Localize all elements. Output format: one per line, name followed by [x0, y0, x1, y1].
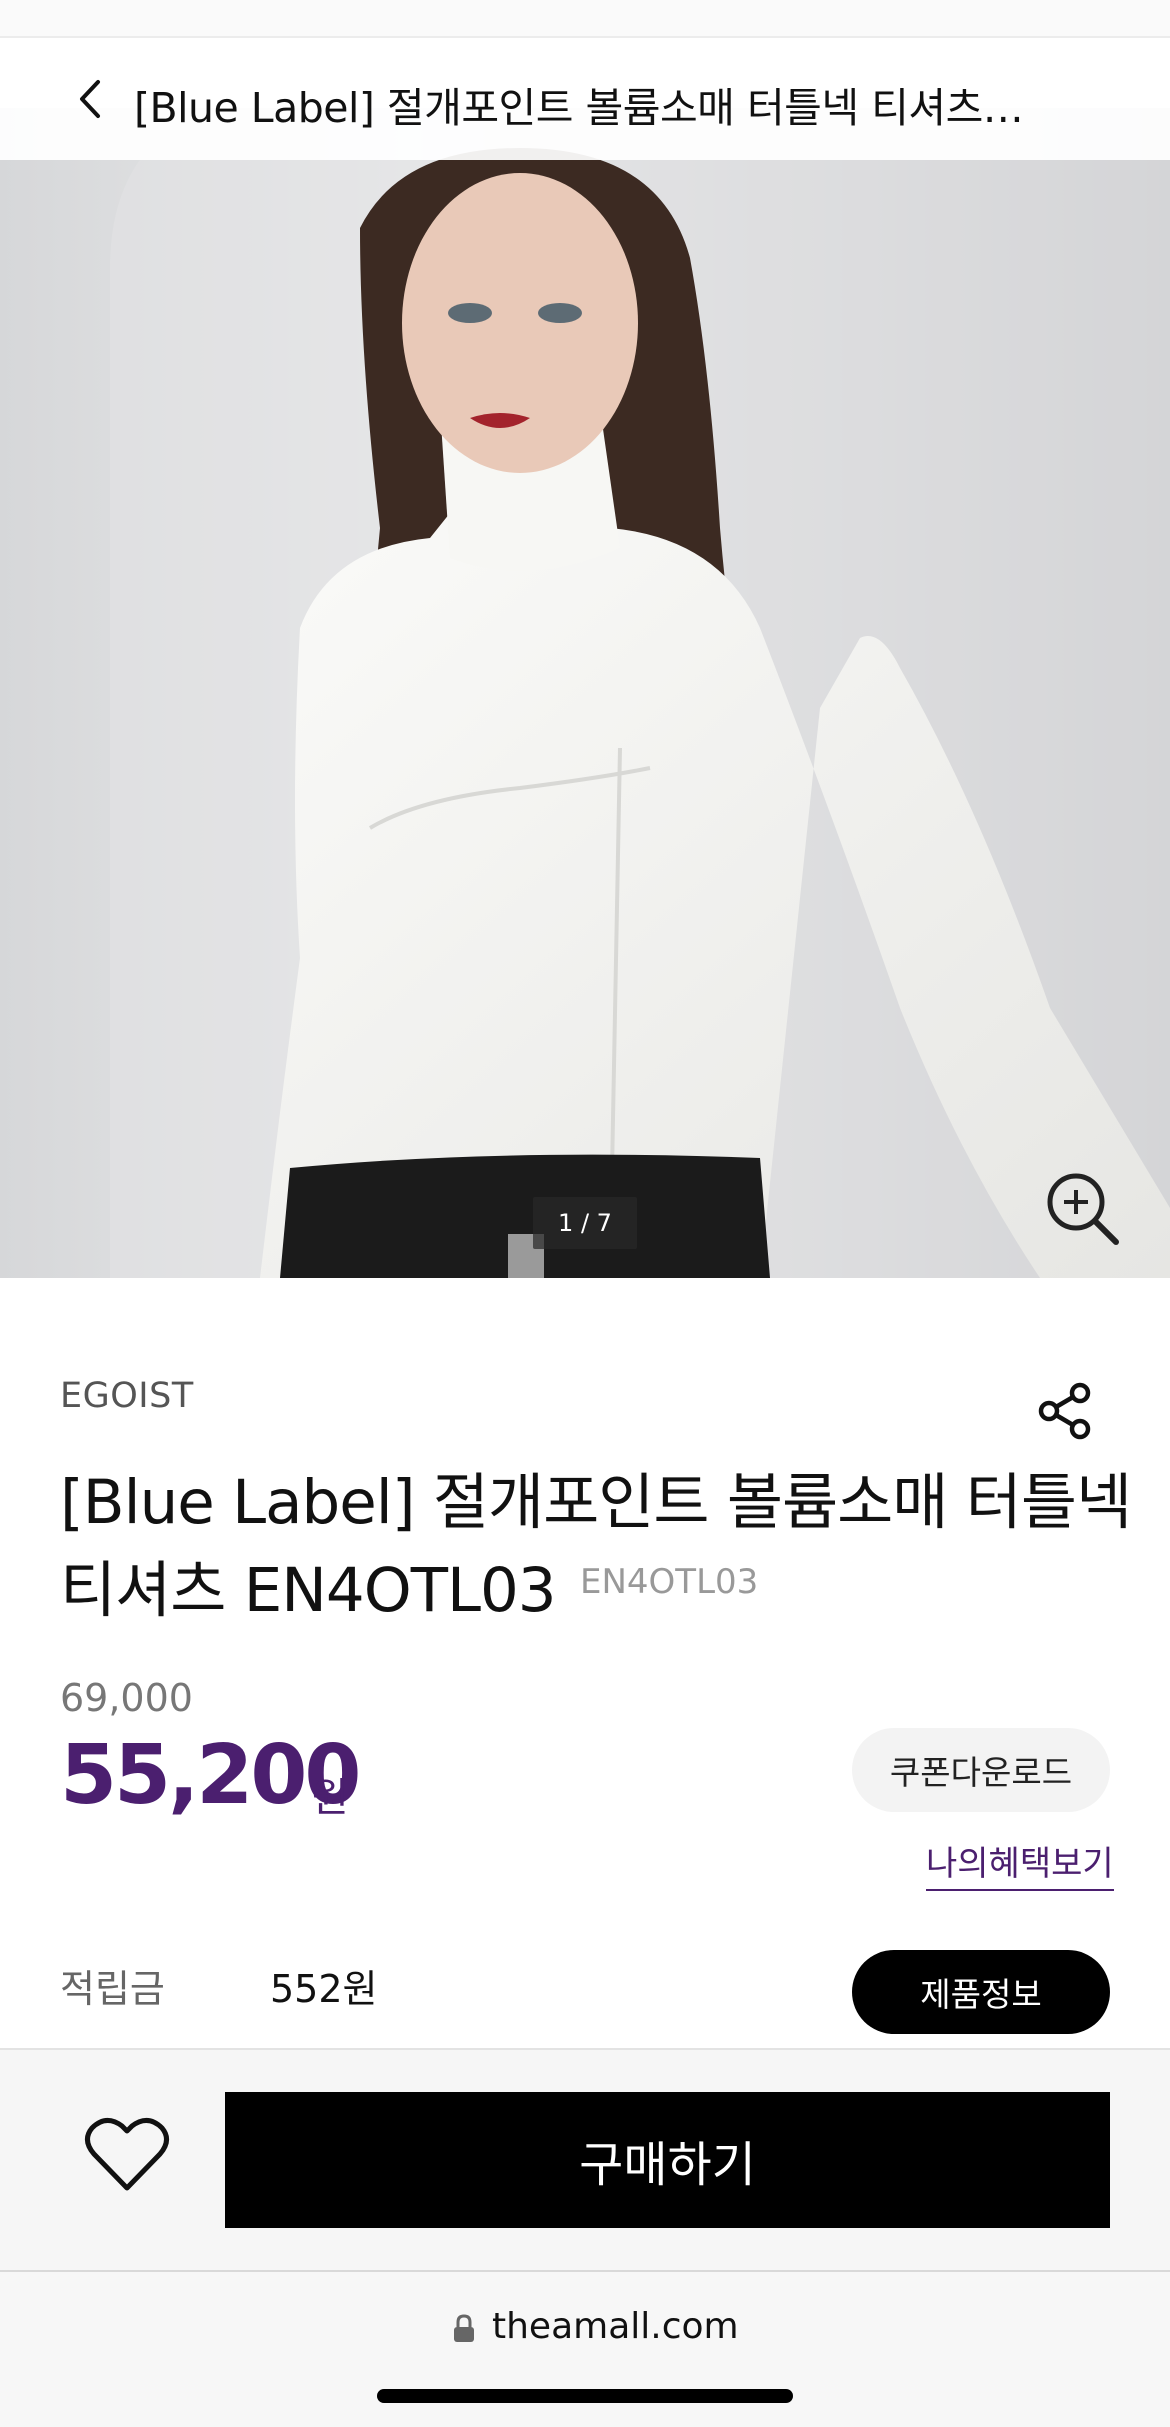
coupon-download-button[interactable]: 쿠폰다운로드	[852, 1728, 1110, 1812]
top-navigation-bar: [Blue Label] 절개포인트 볼륨소매 터틀넥 티셔츠 EN4OTL03	[0, 38, 1170, 160]
heart-icon	[85, 2118, 169, 2191]
zoom-button[interactable]	[1044, 1170, 1120, 1246]
original-price: 69,000	[60, 1676, 193, 1720]
my-benefits-link[interactable]: 나의혜택보기	[926, 1836, 1114, 1891]
points-value: 552원	[270, 1967, 378, 2011]
lock-icon	[452, 2314, 476, 2344]
product-info-button[interactable]: 제품정보	[852, 1950, 1110, 2034]
currency-unit: 원	[312, 1775, 349, 1821]
product-title-line-2: 티셔츠 EN4OTL03	[60, 1555, 557, 1626]
status-strip	[0, 0, 1170, 38]
product-photo-illustration	[0, 108, 1170, 1278]
share-button[interactable]	[1036, 1382, 1094, 1440]
zoom-in-icon	[1047, 1173, 1119, 1245]
chevron-left-icon	[80, 80, 100, 118]
browser-address-bar[interactable]	[0, 2272, 1170, 2427]
product-code: EN4OTL03	[580, 1562, 759, 1602]
share-icon	[1038, 1382, 1091, 1440]
buy-button[interactable]: 구매하기	[225, 2092, 1110, 2228]
product-title-line-1: [Blue Label] 절개포인트 볼륨소매 터틀넥	[60, 1467, 1132, 1538]
points-label: 적립금	[60, 1967, 165, 2011]
wishlist-button[interactable]	[82, 2110, 172, 2200]
page: [Blue Label] 절개포인트 볼륨소매 터틀넥 티셔츠 EN4OTL03…	[0, 0, 1170, 2427]
image-counter: 1 / 7	[533, 1197, 637, 1249]
url-text[interactable]: theamall.com	[492, 2306, 739, 2347]
brand-name[interactable]: EGOIST	[60, 1376, 194, 1416]
product-image[interactable]	[0, 108, 1170, 1278]
home-indicator[interactable]	[377, 2389, 793, 2403]
header-title: [Blue Label] 절개포인트 볼륨소매 터틀넥 티셔츠 EN4OTL03	[134, 84, 1034, 132]
back-button[interactable]	[70, 78, 112, 120]
